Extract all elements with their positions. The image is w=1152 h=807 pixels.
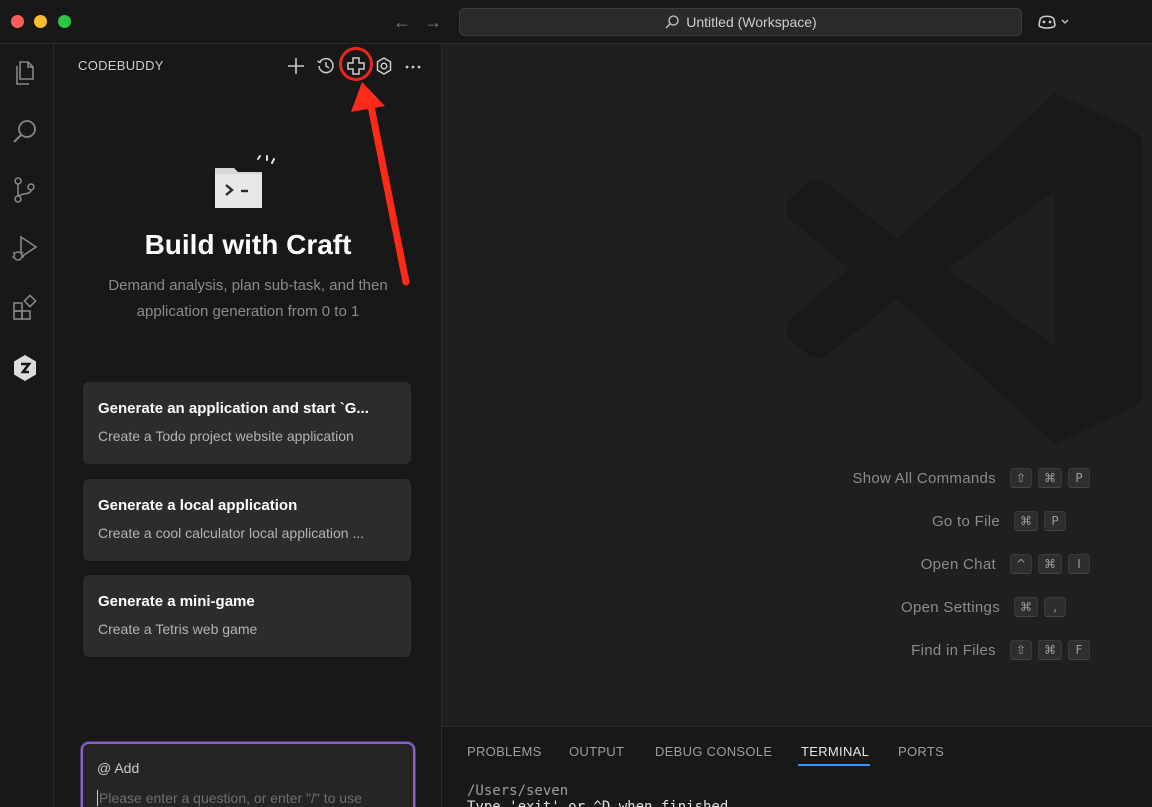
tab-problems[interactable]: PROBLEMS [467, 744, 542, 759]
card-title: Generate a mini-game [98, 593, 255, 610]
add-context-button[interactable]: @ Add [97, 760, 399, 776]
hero-title: Build with Craft [144, 229, 352, 260]
sidebar-title: CODEBUDDY [78, 58, 164, 73]
shortcut-find-in-files[interactable]: Find in Files ⇧ ⌘ F [911, 639, 1090, 661]
search-icon [665, 15, 679, 29]
plus-icon [288, 58, 304, 74]
shift-key: ⇧ [1009, 640, 1032, 660]
shortcut-label: Open Chat [920, 555, 996, 573]
explorer-icon[interactable] [9, 57, 41, 89]
shortcut-label: Go to File [931, 512, 1000, 530]
hero-subtitle-line: application generation from 0 to 1 [136, 303, 360, 320]
shortcut-open-settings[interactable]: Open Settings ⌘ , [901, 596, 1066, 618]
suggestion-card-local-app[interactable]: Generate a local application Create a co… [83, 479, 411, 561]
chat-input-placeholder[interactable]: Please enter a question, or enter "/" to… [97, 790, 399, 806]
active-tab-indicator [798, 764, 870, 766]
gear-icon [376, 57, 392, 75]
shortcut-open-chat[interactable]: Open Chat ^ ⌘ I [921, 553, 1090, 575]
chevron-down-icon [1061, 19, 1069, 24]
new-chat-button[interactable] [284, 54, 308, 78]
bottom-panel: PROBLEMS OUTPUT DEBUG CONSOLE TERMINAL P… [442, 726, 1152, 807]
shift-key: ⇧ [1009, 468, 1032, 488]
suggestion-card-application[interactable]: Generate an application and start `G... … [83, 382, 411, 464]
activity-bar [0, 44, 54, 807]
run-and-debug-icon[interactable] [9, 232, 41, 264]
title-bar: ← → Untitled (Workspace) [0, 0, 1152, 44]
terminal-line: /Users/seven [467, 783, 569, 799]
ellipsis-icon [405, 65, 421, 69]
tab-ports[interactable]: PORTS [898, 744, 944, 759]
shortcut-label: Show All Commands [852, 469, 996, 487]
control-key: ^ [1009, 554, 1032, 574]
integrations-button[interactable] [344, 54, 368, 78]
comma-key: , [1044, 597, 1066, 617]
card-description: Create a Tetris web game [98, 621, 258, 637]
shortcut-show-all-commands[interactable]: Show All Commands ⇧ ⌘ P [852, 467, 1090, 489]
shortcut-label: Find in Files [911, 641, 996, 659]
tab-output[interactable]: OUTPUT [569, 744, 624, 759]
command-key: ⌘ [1014, 511, 1038, 531]
maximize-window-button[interactable] [58, 15, 71, 28]
back-arrow-icon[interactable]: ← [390, 10, 414, 34]
tab-terminal[interactable]: TERMINAL [801, 744, 869, 759]
puzzle-plus-icon [347, 57, 365, 75]
shortcut-go-to-file[interactable]: Go to File ⌘ P [932, 510, 1066, 532]
f-key: F [1068, 640, 1090, 660]
command-key: ⌘ [1038, 468, 1062, 488]
copilot-menu-button[interactable] [1036, 10, 1076, 34]
card-title: Generate a local application [98, 497, 298, 514]
vscode-logo-watermark-icon [787, 93, 1142, 444]
card-title: Generate an application and start `G... [98, 400, 369, 417]
more-actions-button[interactable] [401, 54, 425, 78]
minimize-window-button[interactable] [34, 15, 47, 28]
close-window-button[interactable] [11, 15, 24, 28]
i-key: I [1068, 554, 1090, 574]
codebuddy-sidebar: CODEBUDDY Build with Craft Demand analys… [54, 44, 442, 807]
tab-debug-console[interactable]: DEBUG CONSOLE [655, 744, 772, 759]
terminal-folder-icon [215, 155, 275, 208]
history-icon [317, 57, 334, 74]
extensions-icon[interactable] [9, 292, 41, 324]
card-description: Create a Todo project website applicatio… [98, 428, 354, 444]
command-key: ⌘ [1038, 554, 1062, 574]
hero-subtitle-line: Demand analysis, plan sub-task, and then [108, 277, 388, 294]
copilot-icon [1038, 15, 1056, 29]
source-control-icon[interactable] [9, 174, 41, 206]
forward-arrow-icon[interactable]: → [421, 10, 445, 34]
terminal-line: Type 'exit' or ^D when finished [467, 799, 729, 807]
suggestion-card-mini-game[interactable]: Generate a mini-game Create a Tetris web… [83, 575, 411, 657]
chat-input-box[interactable]: @ Add Please enter a question, or enter … [81, 742, 415, 807]
editor-area: Show All Commands ⇧ ⌘ P Go to File ⌘ P O… [442, 44, 1152, 726]
p-key: P [1044, 511, 1066, 531]
workspace-title: Untitled (Workspace) [686, 14, 817, 30]
search-icon[interactable] [9, 116, 41, 148]
settings-button[interactable] [372, 54, 396, 78]
codebuddy-icon[interactable] [9, 352, 41, 384]
history-button[interactable] [314, 54, 338, 78]
hero-subtitle: Demand analysis, plan sub-task, and then… [84, 273, 412, 325]
command-key: ⌘ [1014, 597, 1038, 617]
card-description: Create a cool calculator local applicati… [98, 525, 365, 541]
p-key: P [1068, 468, 1090, 488]
command-key: ⌘ [1038, 640, 1062, 660]
command-center-search[interactable]: Untitled (Workspace) [459, 8, 1022, 36]
shortcut-label: Open Settings [901, 598, 1000, 616]
